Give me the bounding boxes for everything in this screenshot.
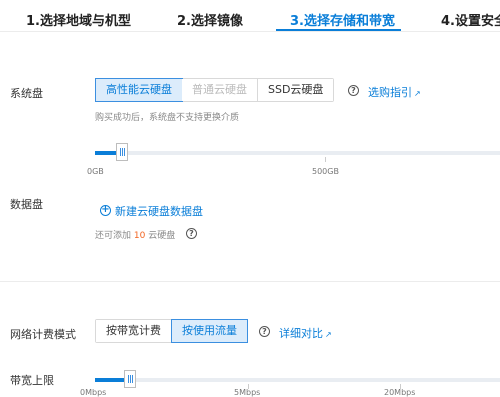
scale-mid-label: 500GB [312,167,339,176]
external-link-icon: ↗ [325,330,332,339]
slider-tick [325,157,326,162]
system-disk-hint: 购买成功后，系统盘不支持更换介质 [95,113,240,123]
disk-option-standard[interactable]: 普通云硬盘 [182,79,258,101]
disk-option-ssd[interactable]: SSD云硬盘 [258,79,334,101]
system-disk-slider-handle[interactable] [116,143,128,161]
bandwidth-slider-handle[interactable] [124,370,136,388]
help-icon[interactable]: ? [186,228,197,239]
bandwidth-limit-label: 带宽上限 [10,374,54,387]
bandwidth-slider-fill [95,378,125,382]
detailed-comparison-link[interactable]: 详细对比 ↗ [279,325,332,341]
billing-option-by-bandwidth[interactable]: 按带宽计费 [96,320,172,342]
network-billing-selector: 按带宽计费 按使用流量 [95,319,248,343]
system-disk-label: 系统盘 [10,87,43,100]
help-icon[interactable]: ? [348,85,359,96]
help-icon[interactable]: ? [259,326,270,337]
data-disk-label: 数据盘 [10,198,43,211]
system-disk-type-selector: 高性能云硬盘 普通云硬盘 SSD云硬盘 [95,78,335,102]
data-disk-remaining-count: 10 [133,231,146,241]
section-divider [0,281,500,282]
data-disk-quota-hint: 还可添加 10 云硬盘 [95,231,176,241]
purchase-guide-link[interactable]: 选购指引 ↗ [368,84,421,100]
step-image[interactable]: 2.选择镜像 [177,10,243,29]
add-data-disk-link[interactable]: 新建云硬盘数据盘 [115,203,203,219]
system-disk-slider-fill [95,151,117,155]
header-divider [0,31,500,32]
step-storage-and-bandwidth[interactable]: 3.选择存储和带宽 [290,10,395,29]
system-disk-slider-track[interactable] [95,151,500,155]
bandwidth-slider-track[interactable] [95,378,500,382]
billing-option-by-traffic[interactable]: 按使用流量 [171,319,248,343]
add-icon[interactable]: + [100,205,111,216]
external-link-icon: ↗ [414,89,421,98]
scale-min-label: 0GB [87,167,104,176]
network-billing-label: 网络计费模式 [10,328,76,341]
disk-option-high-performance[interactable]: 高性能云硬盘 [95,78,183,102]
step-security[interactable]: 4.设置安全 [441,10,500,29]
step-region-and-model[interactable]: 1.选择地域与机型 [26,10,131,29]
